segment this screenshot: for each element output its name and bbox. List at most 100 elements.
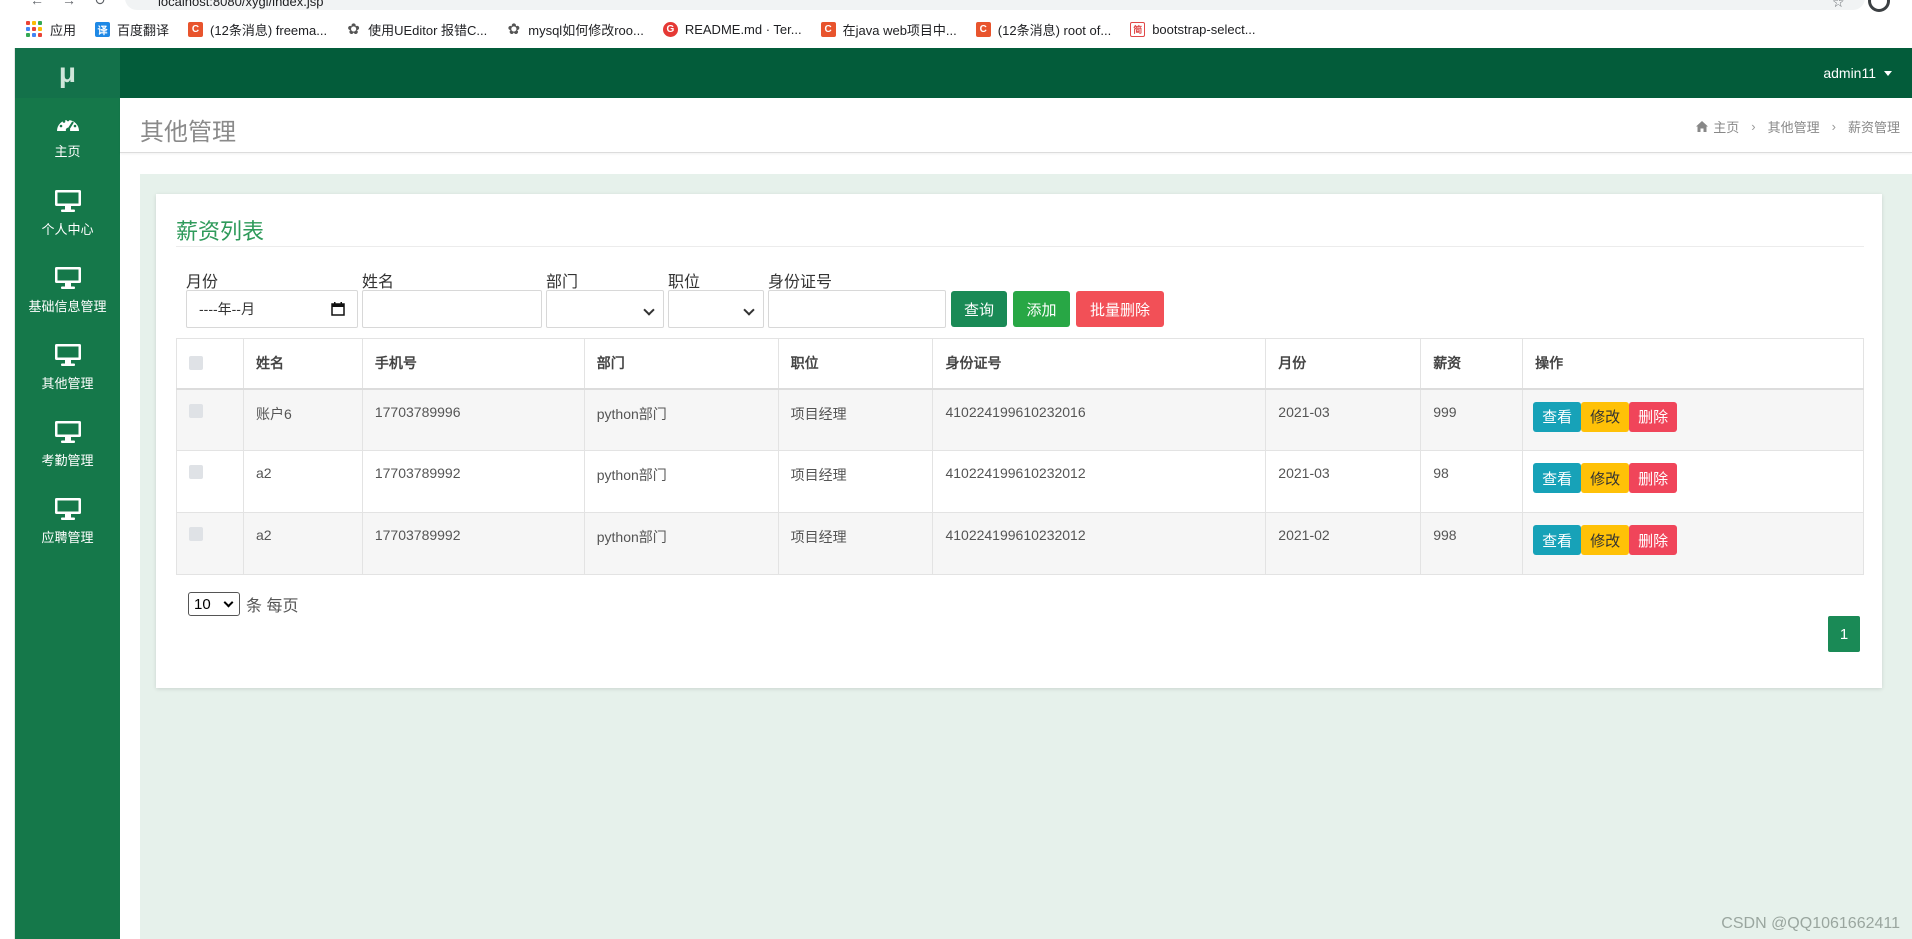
row-select-cell — [176, 388, 244, 451]
salary-card: 薪资列表 月份 ----年--月 姓名 部门 职位 身份证号 查询 添加 批量删… — [156, 194, 1882, 688]
sidebar-item-label: 基础信息管理 — [28, 299, 107, 314]
column-header[interactable]: 薪资 — [1420, 338, 1524, 390]
sidebar-item-personal-center[interactable]: 个人中心 — [15, 175, 120, 252]
salary-table-wrap: 姓名 手机号 部门 职位 身份证号 月份 薪资 操作 账户6 177037899… — [176, 338, 1864, 575]
bookmark-item[interactable]: 译 百度翻译 — [95, 20, 169, 39]
idcard-label: 身份证号 — [768, 274, 833, 291]
user-name: admin11 — [1823, 65, 1876, 81]
bookmark-item[interactable]: G README.md · Ter... — [662, 21, 802, 37]
left-gutter — [0, 48, 15, 939]
sidebar-item-recruitment[interactable]: 应聘管理 — [15, 483, 120, 560]
cell-name: a2 — [242, 512, 363, 575]
row-actions: 查看 修改 删除 — [1533, 525, 1863, 555]
column-header[interactable]: 月份 — [1265, 338, 1422, 390]
bookmark-label: README.md · Ter... — [684, 21, 802, 37]
profile-icon[interactable] — [1868, 0, 1890, 12]
bookmark-item[interactable]: C 在java web项目中... — [820, 20, 957, 39]
calendar-icon[interactable] — [331, 302, 345, 316]
name-label: 姓名 — [362, 274, 395, 291]
cell-idcard: 410224199610232012 — [932, 512, 1267, 575]
bookmark-label: bootstrap-select... — [1152, 21, 1256, 37]
bookmark-item[interactable]: 简 bootstrap-select... — [1130, 21, 1256, 37]
column-header[interactable]: 手机号 — [361, 338, 585, 390]
page-size-select[interactable]: 10 — [188, 592, 240, 616]
column-header[interactable]: 姓名 — [242, 338, 363, 390]
sidebar-item-basic-info[interactable]: 基础信息管理 — [15, 252, 120, 329]
table-row: a2 17703789992 python部门 项目经理 41022419961… — [176, 450, 1864, 513]
breadcrumb-current: 薪资管理 — [1847, 120, 1900, 135]
cell-dept: python部门 — [583, 450, 779, 513]
cell-position: 项目经理 — [777, 388, 934, 451]
logo[interactable]: μ — [15, 48, 120, 98]
query-button[interactable]: 查询 — [951, 291, 1007, 327]
idcard-input[interactable] — [768, 290, 946, 328]
cell-phone: 17703789992 — [361, 512, 585, 575]
edit-button[interactable]: 修改 — [1581, 525, 1630, 555]
view-button[interactable]: 查看 — [1533, 525, 1582, 555]
dept-label: 部门 — [546, 274, 579, 291]
column-header[interactable]: 身份证号 — [932, 338, 1267, 390]
sidebar-item-home[interactable]: 主页 — [15, 98, 120, 175]
row-checkbox[interactable] — [189, 527, 203, 541]
view-button[interactable]: 查看 — [1533, 463, 1582, 493]
address-bar[interactable] — [125, 0, 1865, 10]
top-header: admin11 — [120, 48, 1912, 98]
sidebar-item-attendance[interactable]: 考勤管理 — [15, 406, 120, 483]
bookmark-item[interactable]: ✿ mysql如何修改roo... — [506, 20, 644, 39]
edit-button[interactable]: 修改 — [1581, 401, 1630, 432]
bookmark-item[interactable]: ✿ 使用UEditor 报错C... — [346, 20, 487, 39]
delete-button[interactable]: 删除 — [1629, 525, 1678, 555]
delete-button[interactable]: 删除 — [1629, 463, 1678, 493]
back-icon[interactable]: ← — [30, 0, 44, 8]
bookmark-item[interactable]: C (12条消息) freema... — [188, 20, 327, 39]
cell-dept: python部门 — [583, 388, 779, 451]
bookmark-apps[interactable]: 应用 — [26, 20, 76, 39]
breadcrumb-home[interactable]: 主页 — [1713, 117, 1739, 136]
cell-actions: 查看 修改 删除 — [1522, 512, 1864, 575]
sidebar-item-label: 个人中心 — [41, 222, 94, 237]
bookmark-star-icon[interactable]: ☆ — [1832, 0, 1845, 11]
bookmark-label: mysql如何修改roo... — [528, 22, 644, 38]
dept-select[interactable] — [546, 290, 664, 328]
view-button[interactable]: 查看 — [1533, 401, 1582, 432]
breadcrumb-separator-icon: › — [1831, 119, 1836, 134]
cell-idcard: 410224199610232016 — [932, 388, 1267, 451]
cell-position: 项目经理 — [777, 450, 934, 513]
edit-button[interactable]: 修改 — [1581, 463, 1630, 493]
batch-delete-button[interactable]: 批量删除 — [1076, 291, 1164, 327]
add-button[interactable]: 添加 — [1013, 291, 1070, 327]
user-menu[interactable]: admin11 — [1823, 48, 1892, 98]
column-header[interactable]: 部门 — [583, 338, 779, 390]
csdn-icon: C — [975, 21, 991, 37]
position-select[interactable] — [668, 290, 764, 328]
name-input[interactable] — [362, 290, 542, 328]
column-header[interactable]: 职位 — [777, 338, 934, 390]
monitor-icon — [54, 498, 81, 520]
cell-salary: 98 — [1420, 450, 1524, 513]
dashboard-icon — [56, 118, 79, 133]
cell-position: 项目经理 — [777, 512, 934, 575]
cell-name: 账户6 — [242, 388, 363, 451]
row-checkbox[interactable] — [189, 403, 203, 418]
cell-month: 2021-03 — [1265, 388, 1422, 451]
forward-icon[interactable]: → — [62, 0, 76, 8]
cell-month: 2021-03 — [1265, 450, 1422, 513]
watermark: CSDN @QQ1061662411 — [1721, 915, 1900, 932]
csdn-icon: C — [820, 21, 836, 37]
sidebar-item-other[interactable]: 其他管理 — [15, 329, 120, 406]
breadcrumb-other[interactable]: 其他管理 — [1768, 117, 1820, 136]
delete-button[interactable]: 删除 — [1629, 401, 1678, 432]
month-input[interactable]: ----年--月 — [186, 290, 358, 328]
breadcrumb-separator-icon: › — [1751, 119, 1756, 134]
url-text[interactable]: localhost:8080/xygl/index.jsp — [158, 0, 324, 9]
pagination-page-button[interactable]: 1 — [1828, 616, 1860, 652]
row-checkbox[interactable] — [189, 465, 203, 479]
page-size-control: 10 条 每页 — [188, 592, 298, 616]
bookmark-label: 应用 — [50, 22, 77, 38]
select-all-checkbox[interactable] — [189, 355, 203, 370]
reload-icon[interactable]: ↻ — [94, 0, 106, 9]
bookmark-label: 在java web项目中... — [842, 22, 957, 38]
salary-table: 姓名 手机号 部门 职位 身份证号 月份 薪资 操作 账户6 177037899… — [176, 338, 1864, 575]
bookmark-item[interactable]: C (12条消息) root of... — [975, 20, 1111, 39]
bookmark-label: 使用UEditor 报错C... — [368, 22, 488, 38]
